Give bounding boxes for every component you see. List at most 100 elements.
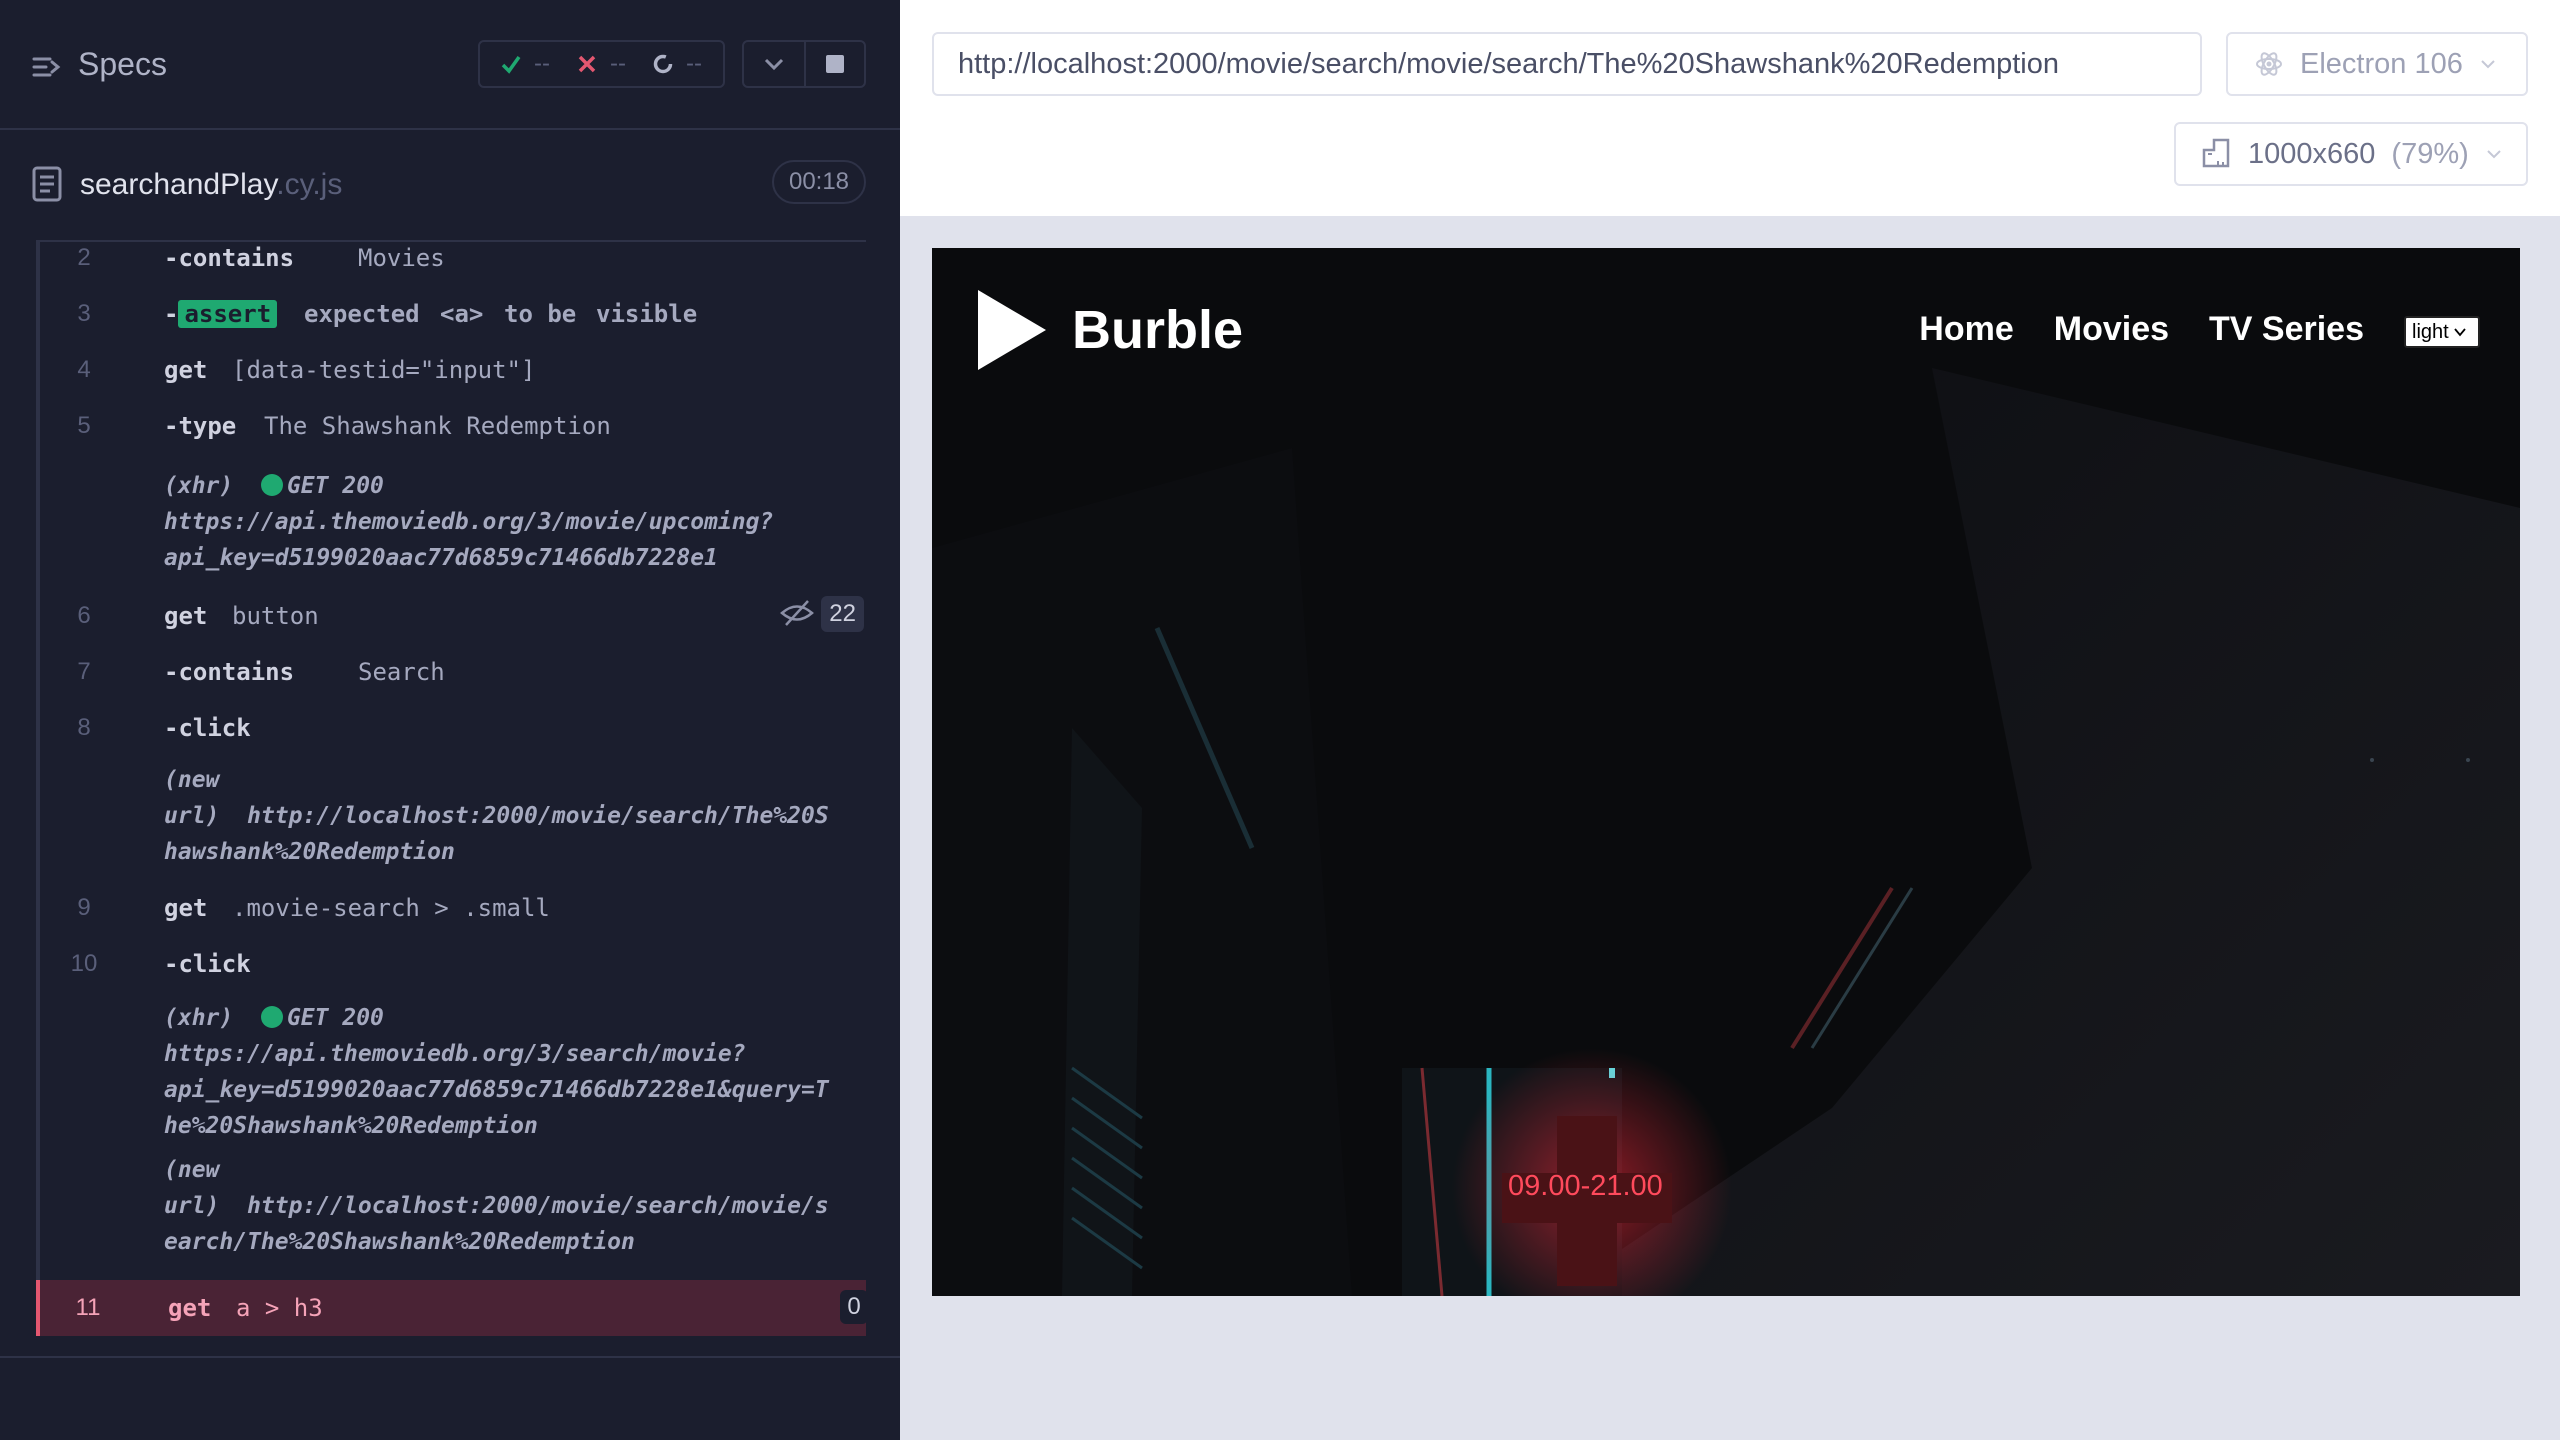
xhr-status: GET 200	[286, 1005, 384, 1031]
viewport-selector[interactable]: 1000x660 (79%)	[2174, 122, 2528, 186]
spec-file-ext: .cy.js	[276, 168, 343, 201]
divider	[0, 1356, 900, 1358]
command-name: get	[164, 602, 208, 630]
neon-sign-text: 09.00-21.00	[1508, 1170, 1663, 1202]
command-number: 4	[77, 356, 91, 383]
new-url-log[interactable]: (new url) http://localhost:2000/movie/se…	[164, 762, 864, 870]
command-name-text: type	[178, 412, 237, 440]
command-name: - assert	[164, 300, 278, 328]
browser-name: Electron 106	[2300, 47, 2463, 80]
xhr-label: (xhr)	[164, 473, 234, 499]
app-under-test-panel: http://localhost:2000/movie/search/movie…	[900, 0, 2560, 1440]
new-url-value: http://localhost:2000/movie/search/The%2…	[247, 803, 829, 829]
command-name: get	[164, 894, 208, 922]
command-name: -contains	[164, 658, 295, 686]
runner-controls	[742, 40, 866, 88]
pending-icon	[653, 54, 673, 74]
command-message: .movie-search > .small	[232, 894, 550, 922]
new-url-log[interactable]: (new url) http://localhost:2000/movie/se…	[164, 1152, 864, 1260]
xhr-status: GET 200	[286, 473, 384, 499]
new-url-label: (new	[164, 767, 220, 793]
xhr-label: (xhr)	[164, 1005, 234, 1031]
document-icon	[32, 166, 62, 202]
command-number: 3	[77, 300, 91, 327]
new-url-label: url)	[164, 803, 220, 829]
aut-header: http://localhost:2000/movie/search/movie…	[900, 0, 2560, 216]
collapse-button[interactable]	[744, 42, 804, 86]
passed-count: --	[534, 50, 550, 77]
app-nav: Home Movies TV Series	[1919, 310, 2364, 349]
command-name-text: contains	[178, 244, 295, 272]
duration-badge: 00:18	[772, 160, 866, 204]
nav-movies[interactable]: Movies	[2054, 310, 2169, 349]
command-message: [data-testid="input"]	[232, 356, 536, 384]
command-name: -contains	[164, 244, 295, 272]
command-name: get	[164, 356, 208, 384]
chevron-down-icon	[764, 58, 784, 71]
pending-stat: --	[652, 50, 702, 78]
new-url-label: url)	[164, 1193, 220, 1219]
stats-box: -- -- --	[478, 40, 725, 88]
command-number: 6	[77, 602, 91, 629]
command-name: -click	[164, 714, 251, 742]
command-number: 2	[77, 244, 91, 271]
specs-list-icon[interactable]	[32, 52, 62, 82]
status-dot-icon	[260, 474, 283, 496]
theme-value: light	[2412, 320, 2449, 343]
assert-subject: <a>	[440, 300, 484, 328]
app-iframe[interactable]: Burble Home Movies TV Series light 09.00…	[932, 248, 2520, 1296]
failed-stat: --	[576, 50, 626, 78]
spec-file-name: searchandPlay.cy.js	[80, 168, 342, 202]
app-name: Burble	[1072, 300, 1244, 360]
specs-header: Specs -- -- --	[0, 0, 900, 130]
command-name: get	[168, 1294, 212, 1322]
passed-stat: --	[500, 50, 550, 78]
failed-command-row[interactable]: 11 get a > h3 0	[36, 1280, 868, 1336]
x-icon	[578, 55, 596, 73]
app-logo[interactable]: Burble	[974, 288, 1243, 372]
electron-icon	[2256, 52, 2282, 76]
command-name-text: click	[178, 950, 251, 978]
browser-selector[interactable]: Electron 106	[2226, 32, 2528, 96]
hero-background-image	[932, 248, 2520, 1296]
command-message: Movies	[358, 244, 445, 272]
command-name: -click	[164, 950, 251, 978]
assert-verb: to be	[504, 300, 577, 328]
spec-file-row[interactable]: searchandPlay.cy.js 00:18	[0, 130, 900, 240]
command-number: 11	[75, 1294, 101, 1321]
failed-count: --	[609, 50, 626, 77]
ruler-icon	[2202, 138, 2230, 168]
command-name: -type	[164, 412, 237, 440]
command-number: 7	[77, 658, 91, 685]
new-url-label: (new	[164, 1157, 220, 1183]
status-dot-icon	[260, 1006, 283, 1028]
command-name-text: click	[178, 714, 251, 742]
theme-select[interactable]: light	[2404, 316, 2480, 348]
command-message: Search	[358, 658, 445, 686]
spec-file-basename: searchandPlay	[80, 168, 277, 201]
assert-state: visible	[596, 300, 698, 328]
element-count-badge: 22	[821, 596, 864, 632]
xhr-log[interactable]: (xhr) GET 200 https://api.themoviedb.org…	[164, 1000, 864, 1144]
assert-badge: assert	[178, 300, 278, 328]
command-list: 2 -contains Movies 3 - assert expected <a…	[36, 240, 868, 1336]
element-count-badge: 0	[840, 1290, 868, 1324]
nav-tv-series[interactable]: TV Series	[2209, 310, 2364, 349]
stop-button[interactable]	[803, 42, 864, 86]
specs-title[interactable]: Specs	[78, 46, 167, 83]
xhr-log[interactable]: (xhr) GET 200 https://api.themoviedb.org…	[164, 468, 864, 576]
pending-count: --	[685, 50, 702, 77]
command-message: button	[232, 602, 319, 630]
command-message: The Shawshank Redemption	[264, 412, 611, 440]
new-url-value: hawshank%20Redemption	[164, 839, 455, 865]
chevron-down-icon	[2454, 328, 2466, 337]
new-url-value: earch/The%20Shawshank%20Redemption	[164, 1229, 635, 1255]
new-url-value: http://localhost:2000/movie/search/movie…	[247, 1193, 829, 1219]
nav-home[interactable]: Home	[1919, 310, 2013, 349]
xhr-url-line: api_key=d5199020aac77d6859c71466db7228e1…	[164, 1077, 829, 1103]
command-number: 9	[77, 894, 91, 921]
viewport-scale: (79%)	[2391, 137, 2469, 170]
chevron-down-icon	[2487, 150, 2501, 159]
viewport-size: 1000x660	[2248, 137, 2376, 170]
url-bar[interactable]: http://localhost:2000/movie/search/movie…	[932, 32, 2202, 96]
